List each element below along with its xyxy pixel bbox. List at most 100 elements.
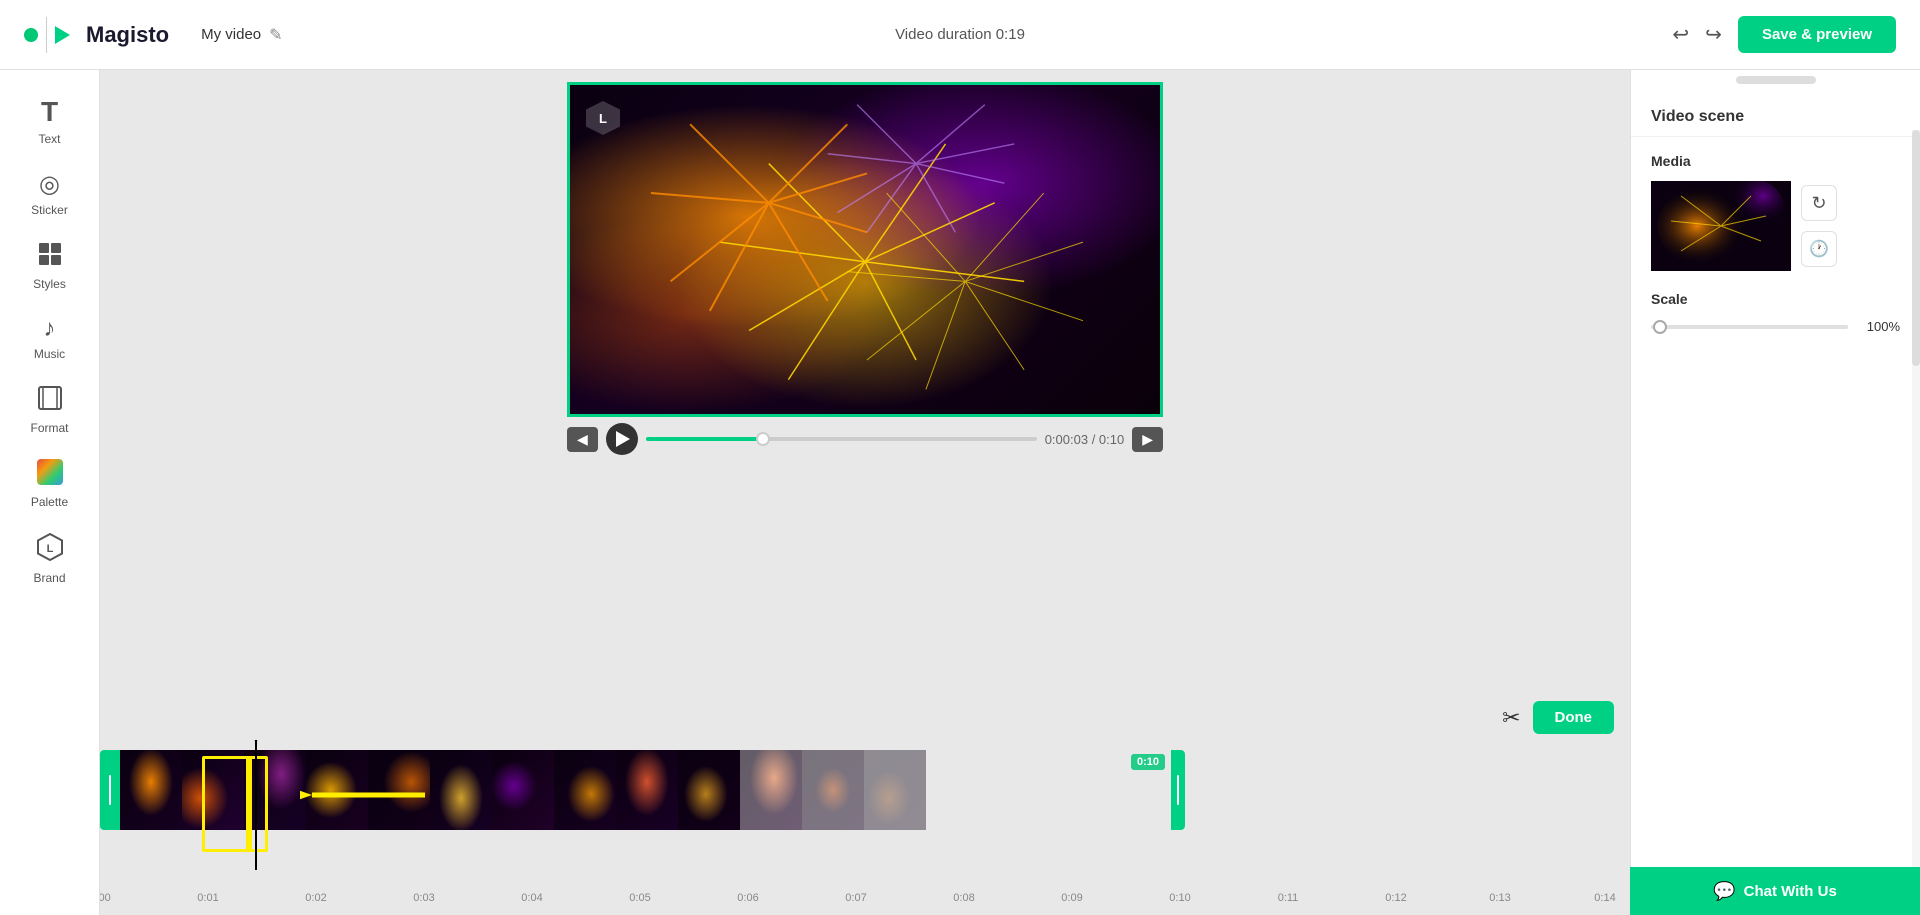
clip-frame (244, 750, 306, 830)
next-scene-button[interactable]: ▶ (1132, 427, 1163, 452)
sidebar-item-brand[interactable]: L Brand (6, 523, 94, 595)
sidebar-item-brand-label: Brand (33, 571, 65, 585)
scale-section-title: Scale (1651, 291, 1900, 307)
timeline-scroll[interactable]: 0:10 (100, 740, 1630, 910)
palette-icon (37, 459, 63, 491)
clip-start-handle[interactable] (100, 750, 120, 830)
ruler-tick-12: 0:12 (1385, 892, 1406, 904)
redo-button[interactable]: ↪ (1705, 22, 1722, 47)
sidebar-item-styles[interactable]: Styles (6, 231, 94, 301)
clip-frame (120, 750, 182, 830)
refresh-icon: ↻ (1811, 193, 1826, 214)
clip-frame (554, 750, 616, 830)
ruler-tick-0: 0:00 (100, 892, 111, 904)
timeline-section: ✂ Done (100, 695, 1630, 915)
chat-icon: 💬 (1713, 881, 1735, 902)
panel-header: Video scene (1631, 90, 1920, 137)
clip-frame (492, 750, 554, 830)
clip-frame (182, 750, 244, 830)
video-title-area: My video ✎ (201, 25, 282, 45)
ruler-tick-1: 0:01 (197, 892, 218, 904)
logo-dot-icon (24, 28, 38, 42)
scissors-button[interactable]: ✂ (1502, 705, 1520, 731)
prev-scene-button[interactable]: ◀ (567, 427, 598, 452)
text-icon: T (41, 96, 58, 128)
format-icon (37, 385, 63, 417)
ruler-tick-10: 0:10 (1169, 892, 1190, 904)
chat-button-label: Chat With Us (1744, 883, 1837, 900)
logo-icons (24, 17, 70, 53)
logo-divider (46, 17, 47, 53)
app-logo-text: Magisto (86, 22, 169, 48)
sidebar-item-music[interactable]: ♪ Music (6, 305, 94, 371)
header: Magisto My video ✎ Video duration 0:19 ↩… (0, 0, 1920, 70)
timeline-ruler: 0:00 0:01 0:02 0:03 0:04 0:05 0:06 0:07 … (100, 886, 1630, 910)
ruler-tick-8: 0:08 (953, 892, 974, 904)
edit-title-button[interactable]: ✎ (269, 25, 282, 45)
brand-icon: L (37, 533, 63, 567)
progress-bar[interactable] (646, 437, 1037, 441)
playhead[interactable] (255, 740, 257, 870)
sidebar-item-styles-label: Styles (33, 277, 66, 291)
scale-value-display: 100% (1858, 319, 1900, 334)
video-preview: L (567, 82, 1163, 417)
clock-icon: 🕐 (1809, 239, 1829, 259)
chat-with-us-button[interactable]: 💬 Chat With Us (1630, 867, 1920, 915)
music-icon: ♪ (44, 315, 56, 343)
clip-time-badge: 0:10 (1131, 754, 1165, 770)
done-button[interactable]: Done (1533, 701, 1615, 734)
sidebar: T Text ◎ Sticker Styles ♪ Music Format (0, 70, 100, 915)
ruler-tick-13: 0:13 (1489, 892, 1510, 904)
panel-thumbnail-row: ↻ 🕐 (1651, 181, 1900, 271)
clip-frames (120, 750, 1171, 830)
panel-thumbnail (1651, 181, 1791, 271)
time-display: 0:00:03 / 0:10 (1045, 432, 1125, 447)
panel-scrollbar-thumb[interactable] (1912, 130, 1920, 366)
ruler-tick-3: 0:03 (413, 892, 434, 904)
panel-scrollbar[interactable] (1912, 130, 1920, 915)
save-preview-button[interactable]: Save & preview (1738, 16, 1896, 53)
clip-frame (864, 750, 926, 830)
sidebar-item-text[interactable]: T Text (6, 86, 94, 156)
sticker-icon: ◎ (39, 170, 60, 199)
refresh-media-button[interactable]: ↻ (1801, 185, 1837, 221)
styles-icon (37, 241, 63, 273)
logo-play-icon (55, 26, 70, 44)
header-center: Video duration 0:19 (895, 26, 1025, 43)
sidebar-item-sticker[interactable]: ◎ Sticker (6, 160, 94, 227)
canvas-area: L ◀ 0:00:03 / 0:10 ▶ (100, 70, 1630, 915)
timeline-content: 0:10 (100, 740, 1630, 910)
sidebar-item-palette[interactable]: Palette (6, 449, 94, 519)
play-button[interactable] (606, 423, 638, 455)
clip-frame (678, 750, 740, 830)
ruler-tick-9: 0:09 (1061, 892, 1082, 904)
header-right: ↩ ↪ Save & preview (1672, 16, 1896, 53)
clip-frame (802, 750, 864, 830)
sidebar-item-format[interactable]: Format (6, 375, 94, 445)
undo-button[interactable]: ↩ (1672, 22, 1689, 47)
video-duration-label: Video duration 0:19 (895, 26, 1025, 43)
clip-frame (430, 750, 492, 830)
ruler-tick-4: 0:04 (521, 892, 542, 904)
right-panel: Video scene Media (1630, 70, 1920, 915)
ruler-tick-6: 0:06 (737, 892, 758, 904)
ruler-tick-14: 0:14 (1594, 892, 1615, 904)
fireworks-sparks (570, 85, 1160, 414)
clock-media-button[interactable]: 🕐 (1801, 231, 1837, 267)
panel-scroll-indicator-top (1631, 70, 1920, 90)
video-preview-container: L ◀ 0:00:03 / 0:10 ▶ (567, 82, 1163, 461)
timeline-toolbar: ✂ Done (100, 695, 1630, 740)
sidebar-item-music-label: Music (34, 347, 65, 361)
sidebar-item-text-label: Text (38, 132, 60, 146)
scale-row: 100% (1651, 319, 1900, 334)
sidebar-item-sticker-label: Sticker (31, 203, 68, 217)
scale-slider[interactable] (1651, 325, 1848, 329)
sidebar-item-format-label: Format (30, 421, 68, 435)
ruler-tick-7: 0:07 (845, 892, 866, 904)
track-clip: 0:10 (100, 750, 1185, 830)
ruler-tick-11: 0:11 (1278, 892, 1299, 904)
clip-end-handle[interactable] (1171, 750, 1185, 830)
sidebar-item-palette-label: Palette (31, 495, 68, 509)
svg-text:L: L (46, 543, 53, 555)
panel-thumb-actions: ↻ 🕐 (1801, 185, 1837, 267)
